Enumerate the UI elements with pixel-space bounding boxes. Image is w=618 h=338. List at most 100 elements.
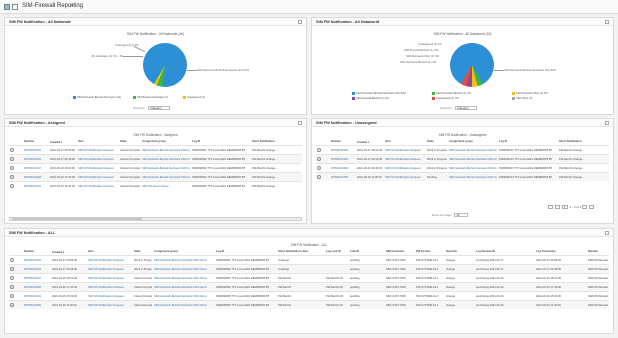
horizontal-scrollbar[interactable] [9,217,302,221]
panel-menu-icon[interactable] [298,19,302,24]
table-cell[interactable]: SIM-Netzwerk-Betrieb-Netzwerk FW4 Admin [154,277,207,280]
record-number-link[interactable]: RITM0012348 [24,286,41,289]
table-row[interactable]: RITM0012350 2021-03-17 10:01:00 SIM FW Mod… [316,145,609,154]
column-header[interactable]: Remark [588,250,598,253]
table-row[interactable]: RITM0012347 2021-03-16 18:21:00 SIM FW Mod… [9,163,302,172]
table-cell[interactable]: SIM FW Modification Request [385,149,421,152]
pie-chart-dataworld[interactable] [450,43,494,87]
record-number-link[interactable]: RITM0012353 [331,176,348,179]
column-header[interactable]: Short Notification [559,140,582,143]
pie-chart-nationale[interactable] [143,43,187,87]
table-cell[interactable]: SIM-Netzwerk-Betrieb-Netzwerk FW4 Admin [449,176,497,179]
column-header[interactable]: Log ID [499,140,507,143]
scrollbar-thumb[interactable] [12,218,142,220]
table-cell[interactable]: SIM FW Modification Request [385,176,421,179]
legend-item[interactable]: SIM-Netzwerk-Betrieb-Netzwerk (20) 84% [352,92,406,95]
legend-item[interactable]: SIM-Netzwerk-Betrieb (1) 4% [432,92,471,95]
row-info-icon[interactable] [317,166,321,170]
row-info-icon[interactable] [10,148,14,152]
legend-item[interactable]: SIM-Firewall-Betrieb (1) 4% [352,97,389,100]
table-row[interactable]: RITM0012351 2021-03-17 09:12:00 SIM FW Mod… [316,154,609,163]
table-row[interactable]: RITM0012346 2021-03-17 09:48:00 SIM FW Mod… [9,154,302,163]
record-number-link[interactable]: RITM0012345 [24,149,41,152]
column-header[interactable]: Created ▾ [52,250,64,254]
record-number-link[interactable]: RITM0012345 [24,259,41,262]
column-header[interactable]: Created ▾ [50,140,62,144]
table-cell[interactable]: SIM-Netzwerk-Betrieb-Netzwerk FW4 Admin [154,259,207,262]
table-cell[interactable]: SIM-Netzwerk-Betrieb-Netzwerk FW4 Admin [142,176,190,179]
row-info-icon[interactable] [10,303,14,307]
table-cell[interactable]: SIM-Netzwerk-Betrieb-Netzwerk FW4 Admin [449,158,497,161]
table-cell[interactable]: SIM FW Modification Request [78,176,114,179]
row-info-icon[interactable] [317,157,321,161]
table-cell[interactable]: SIM FW Modification Request [88,277,124,280]
column-header[interactable]: Operator [446,250,457,253]
table-row[interactable]: RITM0012345 2021-03-17 09:55:00 SIM FW Mod… [9,145,302,154]
table-cell[interactable]: SIM-Netzwerk-Betrieb-Netzwerk FW4 Admin [449,167,497,170]
column-header[interactable]: Created ▾ [357,140,369,144]
next-page-button[interactable] [582,205,588,210]
column-header[interactable]: SIM Customer [386,250,404,253]
panel-menu-icon[interactable] [298,120,302,125]
first-page-button[interactable] [548,205,553,210]
table-cell[interactable]: SIM-Netzwerk-Betrieb-Netzwerk FW4 Admin [142,158,190,161]
row-info-icon[interactable] [10,175,14,179]
table-cell[interactable]: SIM FW Modification Request [78,158,114,161]
column-header[interactable]: Assignment group [154,250,178,253]
column-header[interactable]: FW System [416,250,431,253]
table-row[interactable]: RITM0012346 2021-03-17 09:48:00 SIM FW Mod… [9,264,609,273]
group-by-select[interactable]: Category [148,106,171,111]
record-number-link[interactable]: RITM0012352 [331,167,348,170]
column-header[interactable]: Number [24,250,34,253]
table-row[interactable]: RITM0012347 2021-03-16 18:21:00 SIM FW Mod… [9,273,609,282]
table-cell[interactable]: SIM-Netzwerk-Betrieb-Netzwerk FW4 Admin [154,304,207,307]
group-by-select[interactable]: Category [455,106,478,111]
table-cell[interactable]: SIM FW Modification Request [88,286,124,289]
table-row[interactable]: RITM0012349 2021-03-16 15:02:00 SIM FW Mod… [9,291,609,300]
column-header[interactable]: Short Notification Links [278,250,308,253]
table-cell[interactable]: SIM FW Modification Request [78,167,114,170]
column-header[interactable]: Item [78,140,84,143]
table-cell[interactable]: SIM FW Modification Request [385,158,421,161]
table-row[interactable]: RITM0012352 2021-03-16 16:44:00 SIM FW Mod… [316,163,609,172]
last-page-button[interactable] [589,205,595,210]
table-cell[interactable]: SIM-Netzwerk-Betrieb-Netzwerk FW4 Admin [154,295,207,298]
table-cell[interactable]: SIM-FW-Admin Group [142,185,169,188]
panel-menu-icon[interactable] [605,230,609,235]
prev-page-button[interactable] [554,205,560,210]
table-cell[interactable]: SIM-Netzwerk-Betrieb-Netzwerk FW4 Admin [449,149,497,152]
column-header[interactable]: Link ID [350,250,359,253]
table-cell[interactable]: SIM FW Modification Request [88,295,124,298]
column-header[interactable]: State [134,250,141,253]
record-number-link[interactable]: RITM0012350 [331,149,348,152]
record-number-link[interactable]: RITM0012351 [331,158,348,161]
table-cell[interactable]: SIM FW Modification Request [88,268,124,271]
column-header[interactable]: Item [385,140,391,143]
column-header[interactable]: State [427,140,434,143]
row-info-icon[interactable] [10,157,14,161]
record-number-link[interactable]: RITM0012350 [24,304,41,307]
column-header[interactable]: Log Remote ID [476,250,495,253]
legend-item[interactable]: Unassigned (1) 4% [432,97,459,100]
column-header[interactable]: Number [331,140,341,143]
table-row[interactable]: RITM0012348 2021-03-16 17:40:00 SIM FW Mod… [9,172,302,181]
record-number-link[interactable]: RITM0012349 [24,185,41,188]
table-cell[interactable]: SIM FW Modification Request [78,149,114,152]
table-cell[interactable]: SIM-Netzwerk-Betrieb-Netzwerk FW4 Admin [142,167,190,170]
record-number-link[interactable]: RITM0012348 [24,176,41,179]
column-header[interactable]: State [120,140,127,143]
legend-item[interactable]: SIM-Other (0) [512,97,532,100]
row-info-icon[interactable] [317,148,321,152]
panel-menu-icon[interactable] [605,120,609,125]
record-number-link[interactable]: RITM0012347 [24,167,41,170]
legend-item[interactable]: SIM-Betrieb-Hardware (2) [133,96,168,99]
column-header[interactable]: Log ID [216,250,224,253]
table-row[interactable]: RITM0012349 2021-03-16 15:02:00 SIM FW Mod… [9,181,302,190]
table-cell[interactable]: SIM-Netzwerk-Betrieb-Netzwerk FW4 Admin [154,268,207,271]
row-info-icon[interactable] [10,267,14,271]
record-number-link[interactable]: RITM0012346 [24,158,41,161]
row-info-icon[interactable] [10,258,14,262]
legend-item[interactable]: Unassigned (1) [183,96,205,99]
legend-item[interactable]: SIM-Netzwerk-Betrieb-Netzwerk (43) [73,96,121,99]
legend-item[interactable]: SIM-Netzwerk-Plan (1) 4% [512,92,548,95]
